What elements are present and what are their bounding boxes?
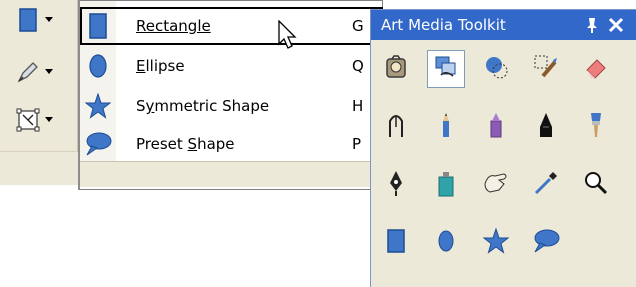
menu-item-label: Rectangle [136,17,211,35]
ellipse-tool[interactable] [427,224,465,262]
media-bag-tool[interactable] [377,50,415,88]
spray-can-icon [435,169,457,201]
media-transform-tool[interactable] [427,50,465,88]
rectangle-tool-button[interactable] [14,4,68,36]
tool-strip-footer [0,151,78,185]
transform-tool-button[interactable] [14,104,68,136]
shape-flyout-menu: Rectangle G Ellipse Q Symmetric Shape H … [78,0,383,190]
dropdown-arrow-icon[interactable] [42,106,56,134]
panel-title: Art Media Toolkit [381,16,506,34]
panel-tool-grid [371,40,636,287]
menu-item-shortcut: Q [352,57,364,75]
menu-item-shortcut: G [352,17,364,35]
symmetric-shape-tool[interactable] [477,224,515,262]
menu-item-label-text: Ellipse [136,57,185,75]
menu-item-symmetric-shape[interactable]: Symmetric Shape H [80,87,383,125]
marker-icon [486,111,506,143]
selection-brush-icon [533,54,559,84]
rectangle-tool[interactable] [377,224,415,262]
ellipse-icon [436,228,456,258]
menu-item-ellipse[interactable]: Ellipse Q [80,47,383,85]
screenshot-stage: Rectangle G Ellipse Q Symmetric Shape H … [0,0,636,287]
smudge-hand-tool[interactable] [477,166,515,204]
shape-tools-strip [0,0,78,185]
menu-footer [80,161,381,187]
star-icon [80,87,116,125]
menu-item-shortcut: H [352,97,364,115]
menu-item-label: Symmetric Shape [136,97,269,115]
transform-box-icon [14,106,42,134]
layers-icon [433,54,459,84]
preset-shape-tool[interactable] [527,224,565,262]
quill-pen-tool[interactable] [377,108,415,146]
media-bag-icon [383,54,409,84]
magnifier-icon [583,170,609,200]
spray-can-tool[interactable] [427,166,465,204]
panel-title-bar[interactable]: Art Media Toolkit [371,10,636,40]
ellipse-icon [80,47,116,85]
dropdown-arrow-icon[interactable] [42,6,56,34]
selection-brush-tool[interactable] [527,50,565,88]
pen-outline-icon [383,111,409,143]
paintbrush-tool[interactable] [577,108,615,146]
pencil-icon [436,111,456,143]
pen-tool-button[interactable] [14,56,68,88]
magnifier-tool[interactable] [577,166,615,204]
color-drop-tool[interactable] [477,50,515,88]
eyedropper-tool[interactable] [527,166,565,204]
dropdown-arrow-icon[interactable] [42,58,56,86]
menu-item-label: Ellipse [136,57,185,75]
menu-item-preset-shape[interactable]: Preset Shape P [80,125,383,163]
ink-pen-tool[interactable] [527,108,565,146]
pen-nib-icon [386,169,406,201]
menu-item-label-text: Rectangle [136,17,211,35]
paintbrush-icon [586,111,606,143]
speech-bubble-icon [80,125,116,163]
art-media-toolkit-panel: Art Media Toolkit [370,9,636,287]
speech-bubble-icon [532,228,560,258]
menu-item-label: Preset Shape [136,135,235,153]
pen-nib-icon [14,58,42,86]
ink-pen-icon [536,111,556,143]
eraser-icon [583,54,609,84]
rectangle-icon [386,228,406,258]
eraser-tool[interactable] [577,50,615,88]
hand-icon [482,170,510,200]
menu-item-label-text: Symmetric Shape [136,97,270,115]
menu-item-label-text: Preset Shape [136,135,235,153]
eyedropper-icon [533,170,559,200]
pin-icon[interactable] [583,16,601,34]
color-drop-icon [483,54,509,84]
pencil-tool[interactable] [427,108,465,146]
rectangle-icon [80,7,116,45]
close-icon[interactable] [607,16,625,34]
mouse-pointer-icon [278,19,300,50]
star-icon [482,227,510,258]
marker-tool[interactable] [477,108,515,146]
rectangle-icon [14,6,42,34]
menu-item-shortcut: P [352,135,362,153]
menu-item-rectangle[interactable]: Rectangle G [80,7,383,45]
nib-pen-tool[interactable] [377,166,415,204]
